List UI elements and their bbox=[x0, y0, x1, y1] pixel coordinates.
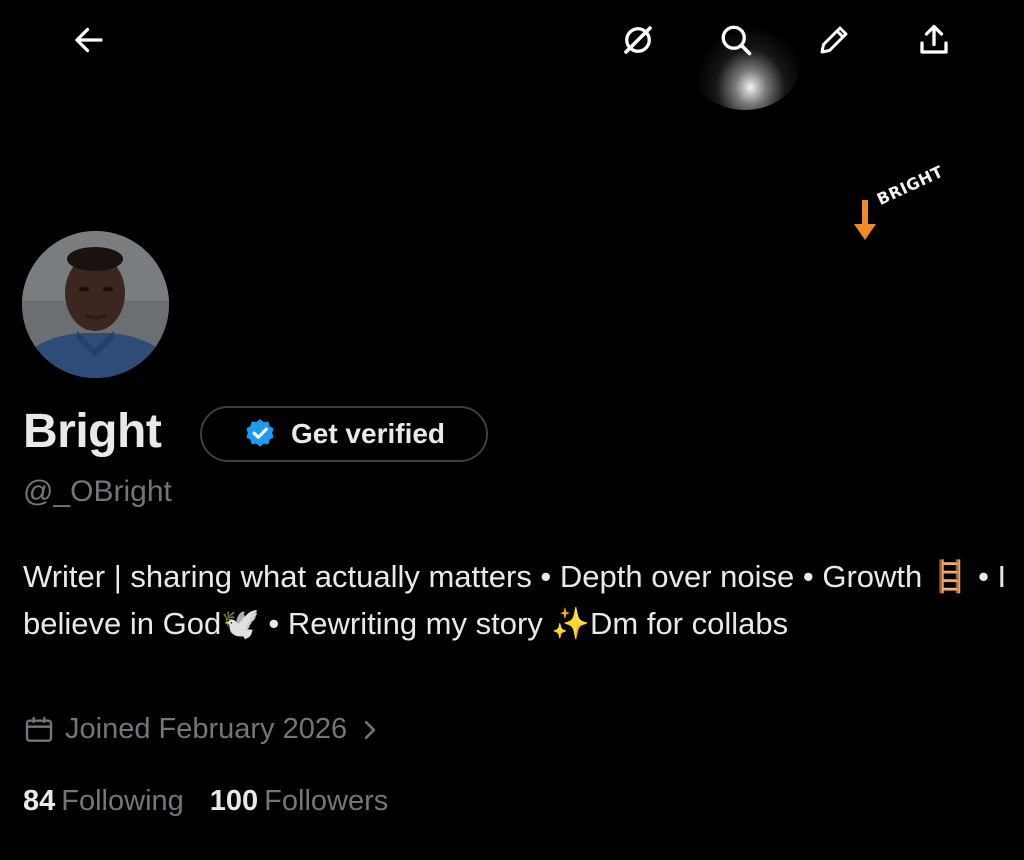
back-arrow-icon bbox=[75, 27, 103, 53]
back-button[interactable] bbox=[63, 14, 115, 66]
grok-icon bbox=[624, 26, 652, 54]
get-verified-label: Get verified bbox=[290, 418, 446, 449]
profile-bio: Writer | sharing what actually matters •… bbox=[23, 559, 1007, 641]
verified-badge-icon bbox=[246, 419, 274, 447]
grok-button[interactable] bbox=[612, 14, 664, 66]
edit-pencil-icon bbox=[820, 26, 848, 54]
get-verified-button[interactable]: Get verified bbox=[200, 406, 488, 462]
banner-sticker: BRIGHT bbox=[846, 162, 956, 248]
joined-date-text: Joined February 2026 bbox=[65, 713, 348, 745]
profile-handle: @_OBright bbox=[23, 475, 172, 508]
follow-stats: 84 Following 100 Followers bbox=[23, 785, 388, 818]
share-button[interactable] bbox=[908, 14, 960, 66]
share-upload-icon bbox=[920, 24, 948, 54]
banner-sticker-text: BRIGHT bbox=[873, 161, 947, 209]
edit-button[interactable] bbox=[808, 14, 860, 66]
joined-date-link[interactable]: Joined February 2026 bbox=[23, 713, 381, 746]
followers-count: 100 bbox=[209, 785, 259, 817]
down-arrow-icon bbox=[854, 200, 876, 240]
avatar-image bbox=[22, 231, 169, 378]
avatar[interactable] bbox=[22, 231, 169, 378]
search-button[interactable] bbox=[710, 14, 762, 66]
followers-label: Followers bbox=[264, 785, 389, 817]
following-link[interactable]: 84 Following bbox=[23, 785, 184, 818]
following-label: Following bbox=[61, 785, 184, 817]
calendar-icon bbox=[25, 716, 53, 742]
following-count: 84 bbox=[23, 785, 56, 817]
profile-name: Bright bbox=[23, 405, 162, 458]
search-icon bbox=[721, 25, 752, 56]
followers-link[interactable]: 100 Followers bbox=[210, 785, 388, 818]
chevron-right-icon bbox=[364, 720, 376, 739]
